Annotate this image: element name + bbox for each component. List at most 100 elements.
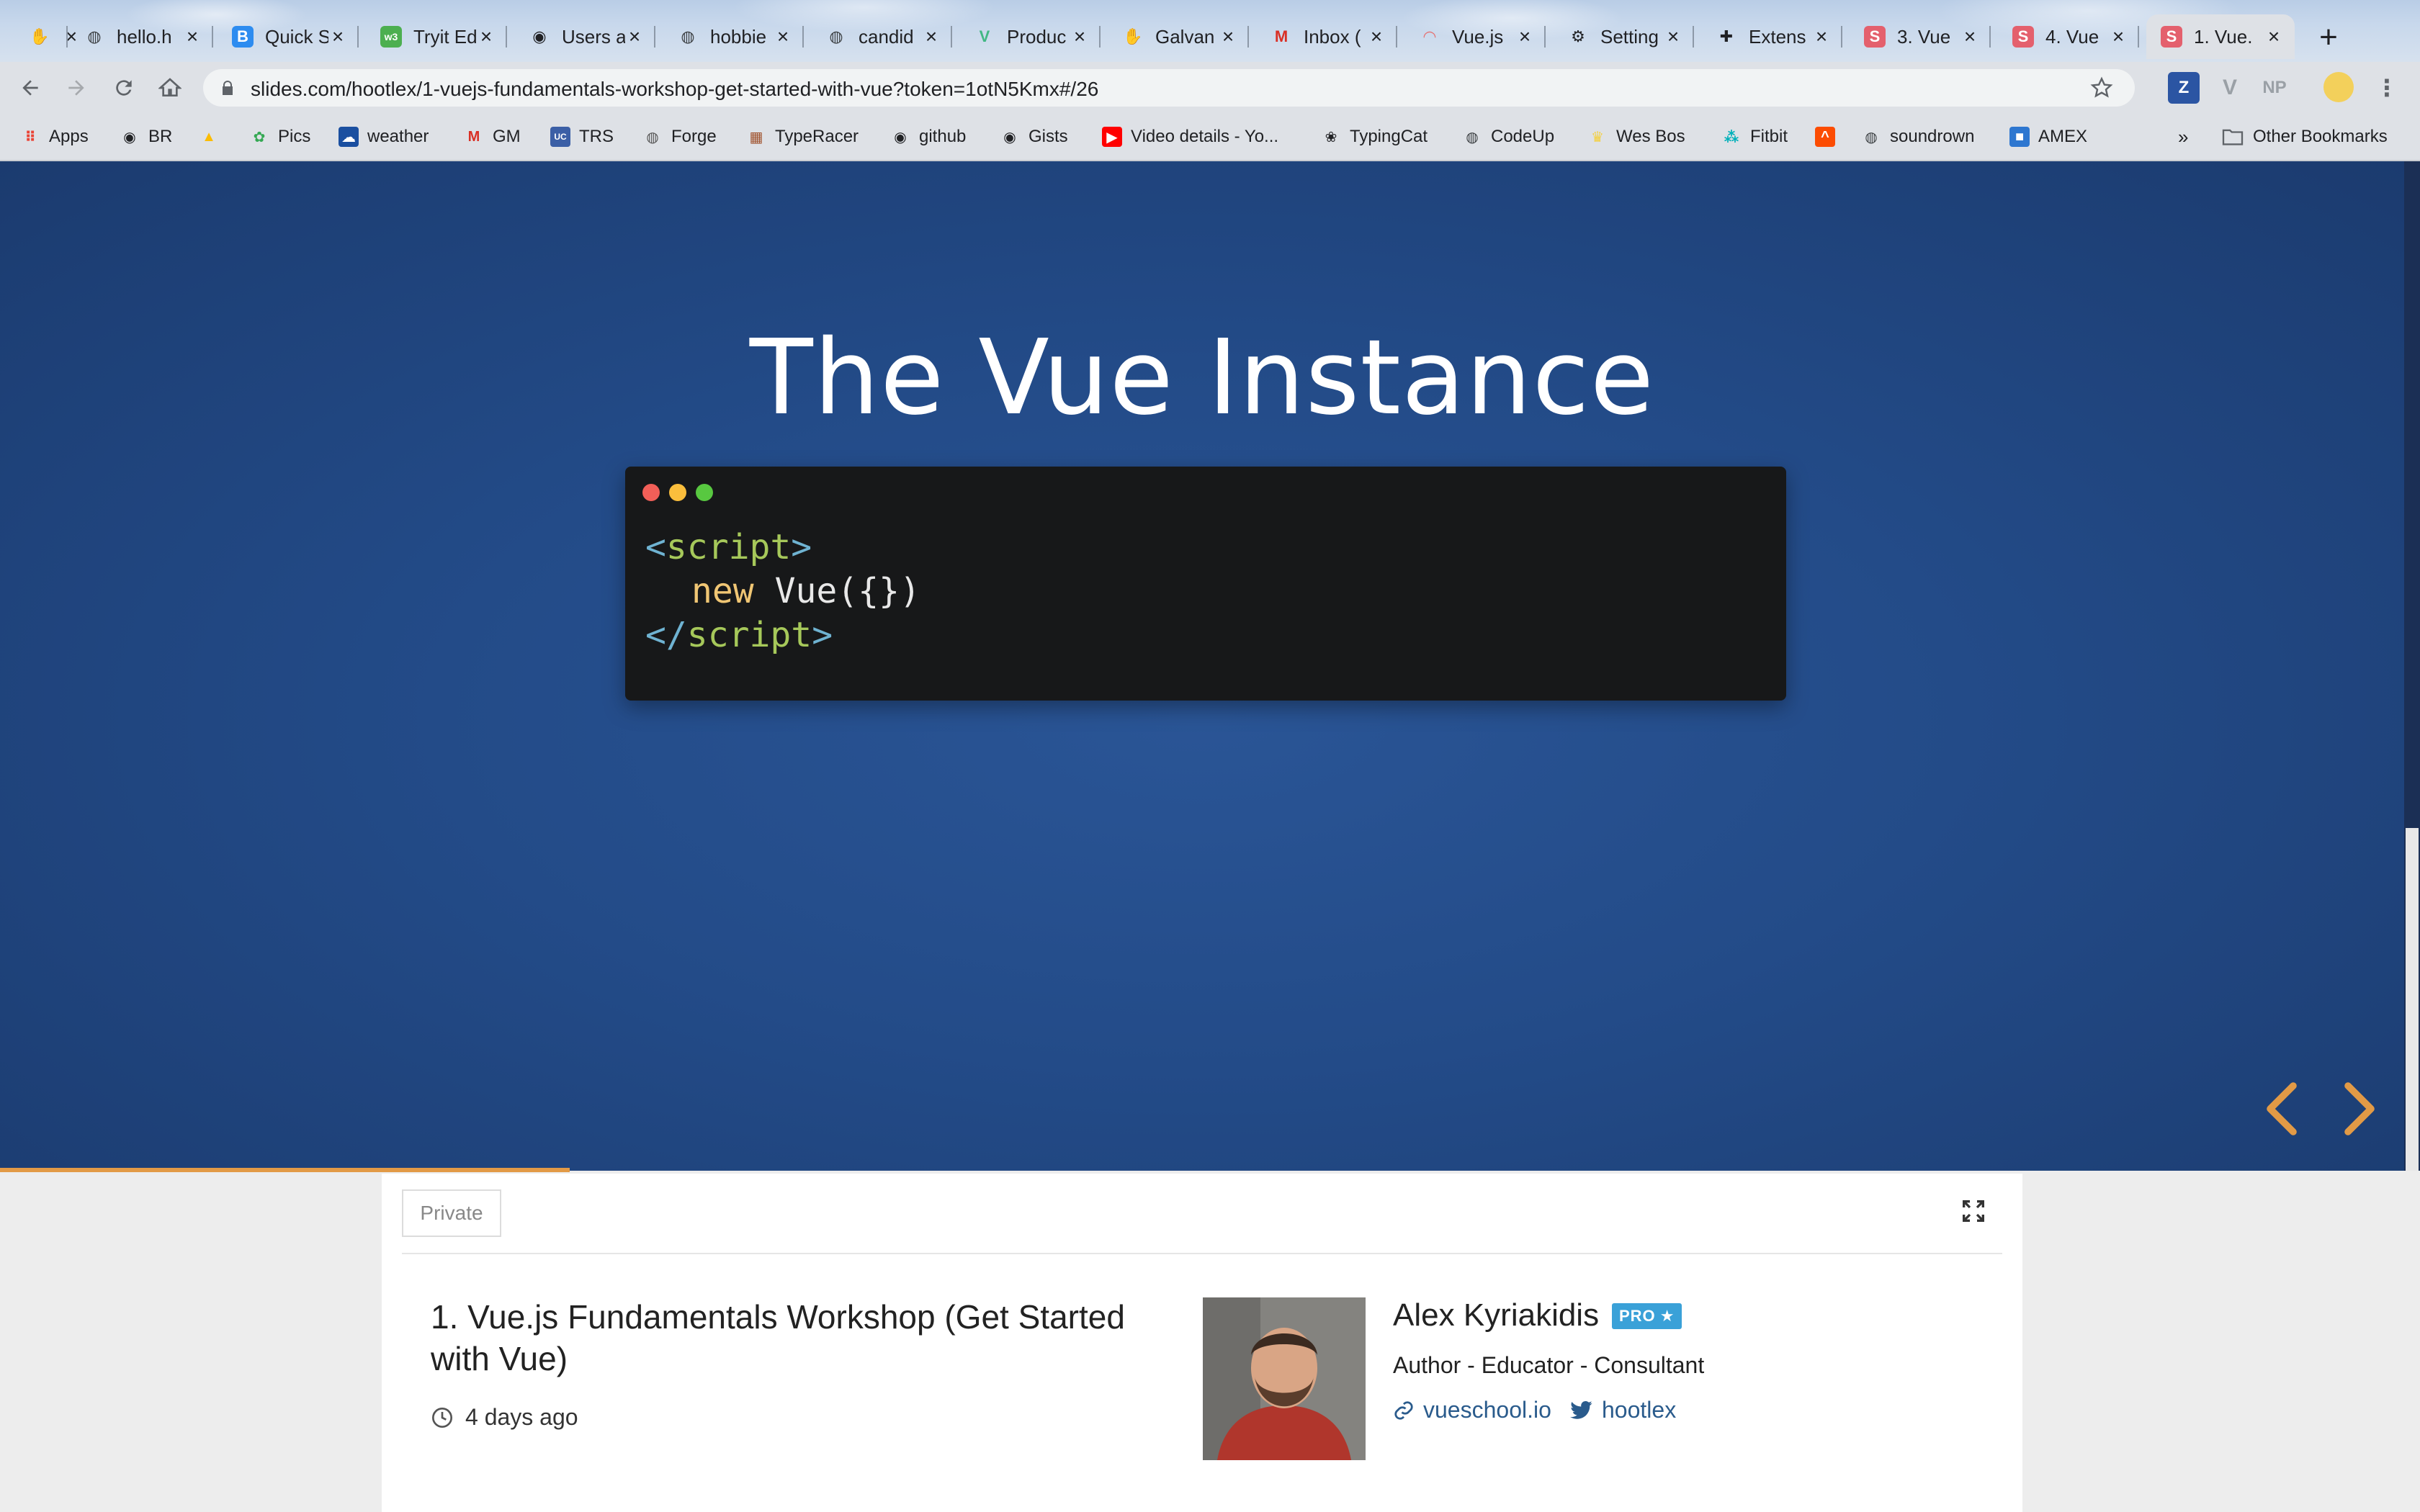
close-tab-icon[interactable]: × [1219,25,1237,48]
tab-label: Inbox ( [1304,25,1361,48]
github-icon: ◉ [894,129,907,145]
author-avatar[interactable] [1203,1297,1366,1460]
bookmark-item[interactable]: ❀ TypingCat [1321,124,1428,150]
fullscreen-icon[interactable] [1959,1197,1988,1225]
bookmark-item[interactable]: ◍ soundrown [1861,124,1974,150]
bookmark-item[interactable]: ▲ [199,124,228,150]
bookmark-label: Wes Bos [1616,127,1685,146]
bookmark-item[interactable]: ◉ github [890,124,966,150]
clock-icon [432,1407,452,1428]
browser-tab[interactable]: ◍ candid × [811,14,952,59]
browser-tab[interactable]: S 4. Vue × [1998,14,2139,59]
bookmark-item[interactable]: ♛ Wes Bos [1587,124,1685,150]
bookmark-item[interactable]: ⁂ Fitbit [1721,124,1788,150]
author-website-text: vueschool.io [1423,1397,1551,1423]
bookmark-item[interactable]: M GM [464,124,521,150]
address-bar[interactable]: slides.com/hootlex/1-vuejs-fundamentals-… [203,69,2135,107]
bookmark-item[interactable]: ■ AMEX [2009,124,2087,150]
author-name[interactable]: Alex Kyriakidis [1393,1297,1599,1333]
bookmark-item[interactable]: ⠿ Apps [20,124,89,150]
profile-avatar[interactable] [2323,72,2354,102]
back-button[interactable] [10,68,50,108]
close-tab-icon[interactable]: × [2264,25,2283,48]
browser-tab[interactable]: ◉ Users a × [514,14,655,59]
np-extension-icon[interactable]: NP [2259,72,2290,104]
forward-button[interactable] [56,68,97,108]
bookmark-item[interactable]: ✿ Pics [249,124,311,150]
close-tab-icon[interactable]: × [1664,25,1682,48]
browser-tab[interactable]: ◍ hobbie × [663,14,804,59]
bookmark-item[interactable]: ▦ TypeRacer [746,124,859,150]
home-button[interactable] [150,68,190,108]
zotero-extension-icon[interactable]: Z [2168,72,2200,104]
typeracer-icon: ▦ [749,129,763,145]
close-tab-icon[interactable]: × [1960,25,1979,48]
star-icon: ★ [1659,1307,1675,1325]
close-tab-icon[interactable]: × [1070,25,1089,48]
bookmark-label: github [919,127,967,146]
drive-icon: ▲ [202,128,216,145]
close-tab-icon[interactable]: × [1367,25,1386,48]
gear-icon: ⚙ [1571,27,1585,45]
close-tab-icon[interactable]: × [922,25,941,48]
back-arrow-icon [22,80,38,96]
weather-icon: ☁ [339,127,359,147]
browser-tab[interactable]: ◠ Vue.js × [1404,14,1546,59]
paw-icon: ❀ [1325,129,1337,145]
author-twitter-text: hootlex [1602,1397,1677,1423]
other-bookmarks-folder[interactable]: Other Bookmarks [2221,124,2388,150]
tab-label: Quick S [265,25,328,48]
close-tab-icon[interactable]: × [1515,25,1534,48]
vue-devtools-extension-icon[interactable]: V [2214,72,2246,104]
tab-separator [654,26,655,48]
scrollbar-thumb[interactable] [2406,828,2419,1171]
browser-tab[interactable]: M Inbox (× [1256,14,1397,59]
author-photo [1203,1297,1366,1460]
next-slide-arrow-icon[interactable] [2336,1080,2383,1138]
tab-label: 3. Vue [1897,25,1951,48]
browser-tab[interactable]: B Quick S × [218,14,359,59]
browser-tab[interactable]: S 1. Vue. × [2146,14,2295,59]
close-tab-icon[interactable]: × [774,25,792,48]
previous-slide-arrow-icon[interactable] [2259,1080,2305,1138]
author-twitter-link[interactable]: hootlex [1570,1397,1676,1423]
bookmark-item[interactable]: ◍ Forge [642,124,716,150]
bookmark-item[interactable]: ▶ Video details - Yo... [1102,124,1278,150]
bookmark-item[interactable]: ☁ weather [339,124,429,150]
bookmark-star-icon[interactable] [2090,76,2113,99]
browser-tab[interactable]: S 3. Vue × [1850,14,1991,59]
close-tab-icon[interactable]: × [1812,25,1831,48]
bookmarks-overflow-button[interactable]: » [2178,124,2188,150]
browser-tab[interactable]: ✋ × [14,14,77,59]
bookmark-item[interactable]: ^ [1815,124,1844,150]
close-tab-icon[interactable]: × [2109,25,2128,48]
code-token: new [691,571,754,611]
new-tab-button[interactable]: + [2308,17,2349,58]
browser-tab[interactable]: ◍ hello.h × [69,14,213,59]
browser-tab[interactable]: ✚ Extens × [1701,14,1842,59]
browser-tab[interactable]: ⚙ Setting × [1553,14,1694,59]
panel-divider [402,1253,2002,1254]
author-website-link[interactable]: vueschool.io [1393,1397,1551,1423]
bookmark-item[interactable]: ◉ BR [120,124,172,150]
browser-tab[interactable]: V Produc × [959,14,1101,59]
reload-button[interactable] [104,68,144,108]
bookmark-label: Fitbit [1750,127,1788,146]
close-tab-icon[interactable]: × [328,25,347,48]
github-icon: ◉ [532,27,547,45]
browser-menu-button[interactable]: ⋮ [2371,72,2403,104]
bookmark-item[interactable]: ◍ CodeUp [1462,124,1554,150]
deck-title: 1. Vue.js Fundamentals Workshop (Get Sta… [431,1298,1125,1377]
browser-tab[interactable]: w3 Tryit Ed × [366,14,507,59]
bookmark-item[interactable]: UC TRS [550,124,614,150]
close-tab-icon[interactable]: × [183,25,202,48]
tab-label: candid [859,25,914,48]
tab-label: Setting [1600,25,1659,48]
puzzle-icon: ✚ [1719,27,1734,45]
bookmark-label: weather [367,127,429,146]
close-tab-icon[interactable]: × [625,25,644,48]
browser-tab[interactable]: ✋ Galvan × [1108,14,1249,59]
bookmark-item[interactable]: ◉ Gists [1000,124,1067,150]
close-tab-icon[interactable]: × [477,25,496,48]
reload-icon [116,80,132,96]
